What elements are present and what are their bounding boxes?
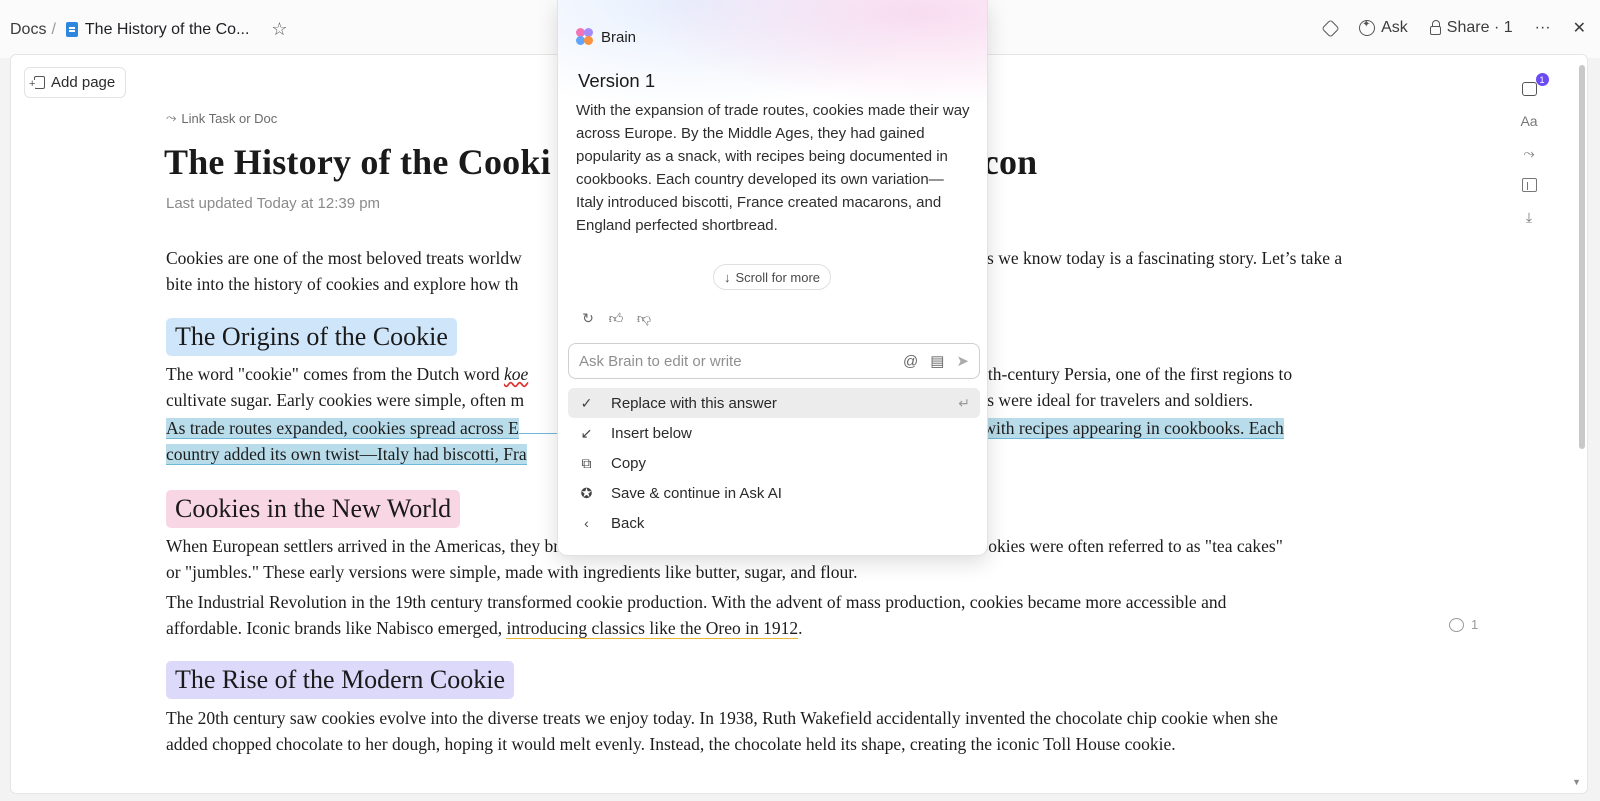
document-icon xyxy=(65,22,78,37)
add-page-label: Add page xyxy=(51,74,116,91)
brain-popup: Brain Version 1 With the expansion of tr… xyxy=(557,0,988,556)
ai-icon: ✪ xyxy=(580,484,593,501)
brain-logo-icon xyxy=(576,28,594,46)
link-rail-icon: ⤳ xyxy=(1523,144,1535,161)
heading-origins[interactable]: The Origins of the Cookie xyxy=(166,318,457,356)
menu-copy[interactable]: ⧉ Copy xyxy=(568,448,980,478)
version-title: Version 1 xyxy=(578,70,656,91)
top-actions: Ask Share · 1 ··· ✕ xyxy=(1302,18,1586,38)
scrollbar[interactable] xyxy=(1579,65,1585,449)
heading-modern[interactable]: The Rise of the Modern Cookie xyxy=(166,661,514,699)
comments-button[interactable]: 1 xyxy=(1521,73,1549,105)
thumbs-down-icon[interactable]: 👎︎ xyxy=(636,310,652,326)
brain-name: Brain xyxy=(601,28,637,46)
lock-icon xyxy=(1429,19,1441,35)
add-page-button[interactable]: Add page xyxy=(24,67,127,98)
feedback-actions: ↻ 👍︎ 👎︎ xyxy=(580,310,652,326)
menu-save-continue-ask-ai[interactable]: ✪ Save & continue in Ask AI xyxy=(568,478,980,508)
breadcrumb-separator: / xyxy=(51,20,56,38)
tag-icon xyxy=(1321,18,1340,38)
check-icon: ✓ xyxy=(580,394,593,411)
link-button[interactable]: ⤳ xyxy=(1523,137,1534,169)
heading-new-world[interactable]: Cookies in the New World xyxy=(166,490,461,528)
brain-header: Brain xyxy=(576,28,636,46)
share-button[interactable]: Share · 1 xyxy=(1429,19,1513,37)
share-label: Share · 1 xyxy=(1446,19,1513,36)
regenerate-icon[interactable]: ↻ xyxy=(580,310,596,326)
ai-sparkle-icon xyxy=(1359,19,1376,36)
font-settings-button[interactable]: Aa xyxy=(1520,105,1537,137)
ask-label: Ask xyxy=(1381,19,1408,36)
scroll-down-arrow-icon[interactable]: ▼ xyxy=(1572,777,1581,787)
ask-button[interactable]: Ask xyxy=(1359,19,1408,37)
more-options-button[interactable]: ··· xyxy=(1535,19,1551,37)
send-icon[interactable]: ➤ xyxy=(956,352,969,370)
tag-button[interactable] xyxy=(1321,18,1340,38)
arrow-down-icon: ↓ xyxy=(724,269,731,285)
right-rail: 1 Aa ⤳ ⤓ xyxy=(1514,73,1549,233)
comments-badge: 1 xyxy=(1535,73,1549,86)
scroll-for-more-button[interactable]: ↓ Scroll for more xyxy=(713,264,832,290)
layout-icon xyxy=(1521,178,1537,192)
layout-button[interactable] xyxy=(1521,169,1537,201)
answer-actions-menu: ✓ Replace with this answer ↵ ↙ Insert be… xyxy=(568,388,980,538)
download-icon: ⤓ xyxy=(1525,208,1533,225)
chevron-left-icon: ‹ xyxy=(584,515,589,531)
thumbs-up-icon[interactable]: 👍︎ xyxy=(608,310,624,326)
download-button[interactable]: ⤓ xyxy=(1526,201,1532,233)
menu-replace-with-answer[interactable]: ✓ Replace with this answer ↵ xyxy=(568,388,980,418)
enter-key-icon: ↵ xyxy=(958,394,970,411)
ask-brain-input[interactable] xyxy=(579,352,903,370)
menu-back[interactable]: ‹ Back xyxy=(568,508,980,538)
close-button[interactable]: ✕ xyxy=(1573,18,1586,38)
breadcrumb: Docs / The History of the Co... ☆ xyxy=(10,19,288,40)
commented-text[interactable]: introducing classics like the Oreo in 19… xyxy=(506,618,799,639)
add-page-icon xyxy=(29,76,45,89)
comments-icon xyxy=(1521,82,1537,96)
link-icon: ⤳ xyxy=(166,110,177,125)
inline-comment-count[interactable]: 1 xyxy=(1449,617,1478,632)
last-updated: Last updated Today at 12:39 pm xyxy=(166,195,381,212)
mention-icon[interactable]: @ xyxy=(903,353,918,370)
ask-brain-box: @ ▤ ➤ xyxy=(568,343,980,379)
copy-icon: ⧉ xyxy=(581,454,592,471)
breadcrumb-docs[interactable]: Docs xyxy=(10,21,46,39)
link-task-label: Link Task or Doc xyxy=(181,110,278,126)
industrial-paragraph[interactable]: The Industrial Revolution in the 19th ce… xyxy=(166,589,1406,641)
menu-insert-below[interactable]: ↙ Insert below xyxy=(568,418,980,448)
star-icon[interactable]: ☆ xyxy=(271,19,287,40)
brain-answer: With the expansion of trade routes, cook… xyxy=(576,102,970,234)
breadcrumb-doc-title[interactable]: The History of the Co... xyxy=(85,21,250,39)
insert-below-icon: ↙ xyxy=(580,424,593,441)
comment-icon xyxy=(1449,617,1464,632)
modern-paragraph[interactable]: The 20th century saw cookies evolve into… xyxy=(166,705,1406,757)
link-task-button[interactable]: ⤳ Link Task or Doc xyxy=(166,110,277,126)
attach-note-icon[interactable]: ▤ xyxy=(930,352,944,370)
